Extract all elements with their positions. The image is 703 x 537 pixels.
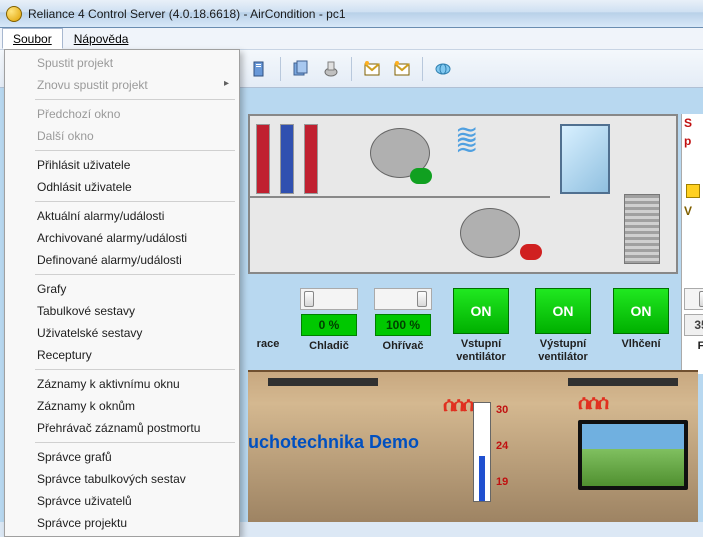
heater-slider[interactable] <box>374 288 432 310</box>
menu-postmortem-player[interactable]: Přehrávač záznamů postmortu <box>7 417 237 439</box>
menu-run-project[interactable]: Spustit projekt <box>7 52 237 74</box>
window-titlebar: Reliance 4 Control Server (4.0.18.6618) … <box>0 0 703 28</box>
heater-coil-icon <box>304 124 318 194</box>
fan-in-button[interactable]: ON <box>453 288 509 334</box>
menu-user-manager[interactable]: Správce uživatelů <box>7 490 237 512</box>
menu-table-reports[interactable]: Tabulkové sestavy <box>7 300 237 322</box>
window-title: Reliance 4 Control Server (4.0.18.6618) … <box>28 7 346 21</box>
indicator-icon <box>686 184 700 198</box>
heat-wave-icon: ሰሰሰ <box>443 394 472 417</box>
thermo-tick: 30 <box>496 404 508 416</box>
side-label: p <box>682 132 703 150</box>
filter-slider[interactable] <box>684 288 703 310</box>
filter-label: Filtr <box>698 340 703 353</box>
menu-separator <box>35 369 235 370</box>
menu-alarms-defined[interactable]: Definované alarmy/události <box>7 249 237 271</box>
menu-project-manager[interactable]: Správce projektu <box>7 512 237 534</box>
demo-banner: uchotechnika Demo <box>248 432 419 453</box>
toolbar-btn-3[interactable] <box>319 57 343 81</box>
side-label: S <box>682 114 703 132</box>
window-icon <box>560 124 610 194</box>
menu-graph-manager[interactable]: Správce grafů <box>7 446 237 468</box>
fan-out-label: Výstupní ventilátor <box>538 338 588 364</box>
menu-login[interactable]: Přihlásit uživatele <box>7 154 237 176</box>
thermo-tick: 19 <box>496 476 508 488</box>
menu-records-windows[interactable]: Záznamy k oknům <box>7 395 237 417</box>
menu-separator <box>35 274 235 275</box>
motor-icon <box>520 244 542 260</box>
toolbar-btn-1[interactable] <box>248 57 272 81</box>
heater-coil-icon <box>256 124 270 194</box>
fan-in-label: Vstupní ventilátor <box>456 338 506 364</box>
room-scene: ሰሰሰ ሰሰሰ uchotechnika Demo 30 24 19 <box>248 370 698 522</box>
controls-row: race 0 % Chladič 100 % Ohřívač ON Vstupn… <box>248 288 703 364</box>
menu-rerun-project[interactable]: Znovu spustit projekt <box>7 74 237 96</box>
menu-separator <box>35 442 235 443</box>
toolbar-btn-5[interactable] <box>390 57 414 81</box>
filter-icon <box>624 194 660 264</box>
control-label: race <box>257 338 280 351</box>
app-icon <box>6 6 22 22</box>
humid-label: Vlhčení <box>621 338 660 351</box>
menu-alarms-current[interactable]: Aktuální alarmy/události <box>7 205 237 227</box>
filter-value: 35 % <box>684 314 703 336</box>
toolbar-btn-4[interactable] <box>360 57 384 81</box>
menu-file[interactable]: Soubor <box>2 28 63 49</box>
tv-screen-icon <box>578 420 688 490</box>
menu-next-window[interactable]: Další okno <box>7 125 237 147</box>
thermometer-icon <box>473 402 491 502</box>
thermo-tick: 24 <box>496 440 508 452</box>
heater-value: 100 % <box>375 314 431 336</box>
fan-out-button[interactable]: ON <box>535 288 591 334</box>
menu-separator <box>35 150 235 151</box>
motor-icon <box>410 168 432 184</box>
airflow-icon: ≋≋ <box>455 130 478 150</box>
cooler-coil-icon <box>280 124 294 194</box>
duct-divider <box>250 196 550 198</box>
menu-help[interactable]: Nápověda <box>63 28 140 49</box>
hvac-unit-diagram: ≋≋ <box>248 114 678 274</box>
menu-table-manager[interactable]: Správce tabulkových sestav <box>7 468 237 490</box>
ceiling-vent-icon <box>268 378 378 386</box>
ceiling-vent-icon <box>568 378 678 386</box>
menu-graphs[interactable]: Grafy <box>7 278 237 300</box>
menu-alarms-archived[interactable]: Archivované alarmy/události <box>7 227 237 249</box>
cooler-label: Chladič <box>309 340 349 353</box>
file-menu-dropdown: Spustit projekt Znovu spustit projekt Př… <box>4 49 240 537</box>
menu-prev-window[interactable]: Předchozí okno <box>7 103 237 125</box>
menu-logout[interactable]: Odhlásit uživatele <box>7 176 237 198</box>
menu-separator <box>35 99 235 100</box>
toolbar-btn-6[interactable] <box>431 57 455 81</box>
cooler-slider[interactable] <box>300 288 358 310</box>
menu-recipes[interactable]: Receptury <box>7 344 237 366</box>
cooler-value: 0 % <box>301 314 357 336</box>
toolbar-btn-2[interactable] <box>289 57 313 81</box>
side-label: V <box>682 202 703 220</box>
menu-separator <box>35 201 235 202</box>
heat-wave-icon: ሰሰሰ <box>578 392 607 415</box>
menu-records-active[interactable]: Záznamy k aktivnímu oknu <box>7 373 237 395</box>
heater-label: Ohřívač <box>383 340 424 353</box>
fan-drum-icon <box>460 208 520 258</box>
menubar: Soubor Nápověda <box>0 28 703 50</box>
menu-user-reports[interactable]: Uživatelské sestavy <box>7 322 237 344</box>
humid-button[interactable]: ON <box>613 288 669 334</box>
